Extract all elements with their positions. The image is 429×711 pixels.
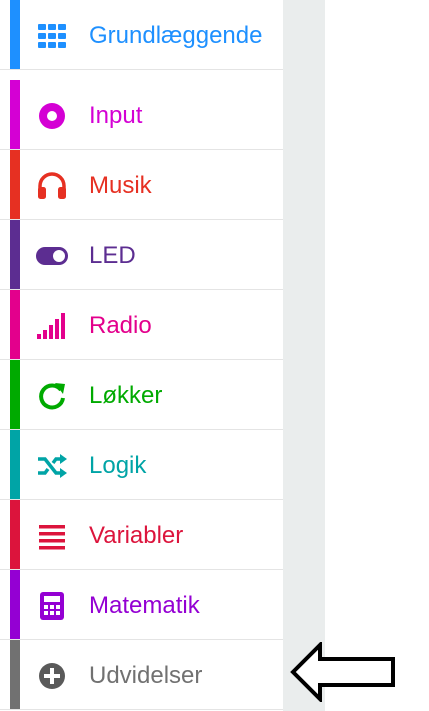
signal-bars-icon (37, 313, 65, 339)
category-color-bar (10, 570, 20, 639)
category-matematik[interactable]: Matematik (0, 570, 283, 640)
category-musik[interactable]: Musik (0, 150, 283, 220)
category-label: Radio (89, 312, 152, 339)
category-color-bar (10, 360, 20, 429)
category-label: Udvidelser (89, 662, 203, 689)
category-label: Grundlæggende (89, 22, 263, 49)
category-logik[interactable]: Logik (0, 430, 283, 500)
category-color-bar (10, 220, 20, 289)
category-color-bar (10, 290, 20, 359)
arrow-left-icon (290, 642, 395, 702)
category-label: Musik (89, 172, 152, 199)
category-label: Input (89, 102, 143, 129)
category-input[interactable]: Input (0, 80, 283, 150)
category-color-bar (10, 500, 20, 569)
category-color-bar (10, 80, 20, 149)
plus-circle-icon (39, 663, 65, 689)
category-radio[interactable]: Radio (0, 290, 283, 360)
category-led[interactable]: LED (0, 220, 283, 290)
list-lines-icon (39, 525, 65, 550)
category-color-bar (10, 640, 20, 709)
category-color-bar (10, 150, 20, 219)
category-variabler[interactable]: Variabler (0, 500, 283, 570)
category-udvidelser[interactable]: Udvidelser (0, 640, 283, 710)
refresh-icon (39, 383, 65, 410)
target-circle-icon (39, 103, 65, 129)
category-label: LED (89, 242, 136, 269)
calculator-icon (40, 592, 64, 620)
shuffle-icon (38, 454, 67, 478)
category-color-bar (10, 0, 20, 69)
category-lokker[interactable]: Løkker (0, 360, 283, 430)
category-label: Løkker (89, 382, 163, 409)
workspace-edge (283, 0, 325, 711)
toolbox: Grundlæggende Input Musik LED Radio Løkk… (0, 0, 284, 711)
category-color-bar (10, 430, 20, 499)
headphones-icon (38, 172, 66, 199)
category-label: Variabler (89, 522, 184, 549)
category-label: Matematik (89, 592, 200, 619)
grid-icon (38, 24, 66, 48)
category-grundlaeggende[interactable]: Grundlæggende (0, 0, 283, 70)
category-label: Logik (89, 452, 147, 479)
toggle-icon (36, 247, 68, 265)
